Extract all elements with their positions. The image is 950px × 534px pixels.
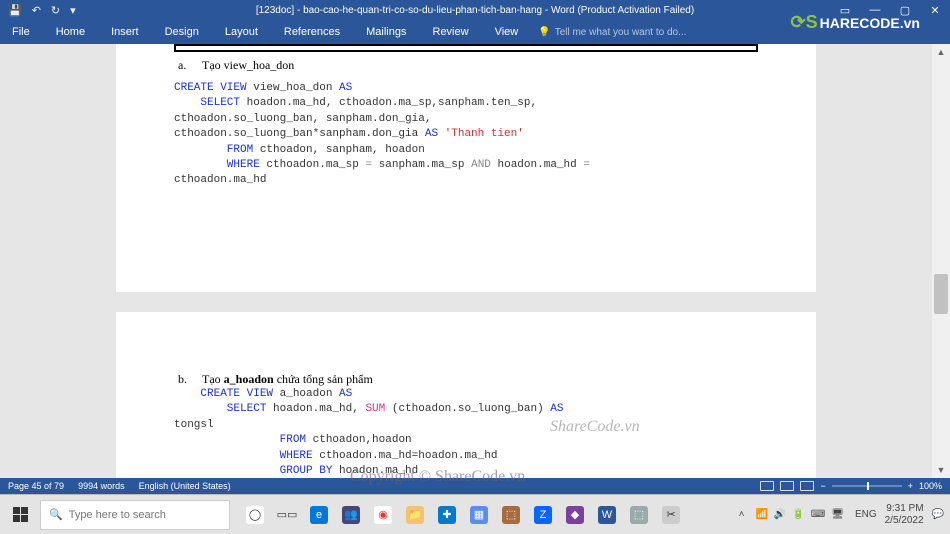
tray-date: 2/5/2022 — [885, 515, 924, 527]
print-layout-icon[interactable] — [780, 481, 794, 491]
code-block-a: CREATE VIEW view_hoa_don AS SELECT hoado… — [174, 81, 758, 189]
tab-design[interactable]: Design — [159, 26, 205, 38]
app2-icon[interactable]: ⬚ — [496, 495, 526, 534]
chrome-icon[interactable]: ◉ — [368, 495, 398, 534]
sharecode-text: HARECODE.vn — [820, 15, 920, 31]
taskview-icon[interactable]: ▭▭ — [272, 495, 302, 534]
app3-icon[interactable]: ◆ — [560, 495, 590, 534]
status-page[interactable]: Page 45 of 79 — [8, 481, 64, 491]
tray-icon-4[interactable]: 🖥 — [831, 509, 844, 520]
search-icon: 🔍 — [49, 508, 63, 521]
tab-view[interactable]: View — [489, 26, 525, 38]
list-marker: b. — [178, 372, 190, 387]
snip-icon[interactable]: ✂ — [656, 495, 686, 534]
web-layout-icon[interactable] — [800, 481, 814, 491]
list-marker: a. — [178, 58, 190, 73]
sharecode-logo: ⟳S HARECODE.vn — [791, 12, 920, 33]
taskbar-search-placeholder: Type here to search — [69, 509, 166, 521]
tab-home[interactable]: Home — [50, 26, 91, 38]
status-bar: Page 45 of 79 9994 words English (United… — [0, 478, 950, 494]
tell-me-placeholder: Tell me what you want to do... — [555, 27, 687, 38]
word-icon[interactable]: W — [592, 495, 622, 534]
quick-access-toolbar: 💾 ↶ ↻ ▾ — [0, 4, 84, 17]
status-words[interactable]: 9994 words — [78, 481, 125, 491]
zoom-in-button[interactable]: + — [908, 481, 913, 491]
list-item-b: b. Tạo a_hoadon chứa tổng sản phẩm — [178, 372, 758, 387]
tray-icon-1[interactable]: 🔊 — [774, 509, 786, 520]
tray-time: 9:31 PM — [885, 503, 924, 515]
tray-language[interactable]: ENG — [855, 509, 877, 520]
document-page[interactable]: b. Tạo a_hoadon chứa tổng sản phẩm CREAT… — [116, 312, 816, 478]
taskbar-search[interactable]: 🔍 Type here to search — [40, 500, 230, 530]
app1-icon[interactable]: ▦ — [464, 495, 494, 534]
start-button[interactable] — [0, 495, 40, 534]
tray-icon-0[interactable]: 📶 — [755, 509, 767, 520]
cortana-icon[interactable]: ◯ — [240, 495, 270, 534]
list-item-a: a. Tạo view_hoa_don — [178, 58, 758, 73]
qat-more-icon[interactable]: ▾ — [70, 4, 76, 17]
document-area[interactable]: a. Tạo view_hoa_don CREATE VIEW view_hoa… — [0, 44, 932, 478]
code-block-b: CREATE VIEW a_hoadon AS SELECT hoadon.ma… — [174, 387, 758, 478]
windows-icon — [13, 507, 28, 522]
edge-icon[interactable]: e — [304, 495, 334, 534]
list-text-a: Tạo view_hoa_don — [202, 58, 294, 73]
app4-icon[interactable]: ⬚ — [624, 495, 654, 534]
tray-chevron-icon[interactable]: ˄ — [739, 509, 745, 520]
status-language[interactable]: English (United States) — [139, 481, 231, 491]
system-tray: ˄ 📶 🔊 🔋 ⌨ 🖥 ENG 9:31 PM 2/5/2022 💬 — [733, 503, 950, 527]
zoom-slider[interactable] — [832, 485, 902, 487]
tab-references[interactable]: References — [278, 26, 346, 38]
scrollbar-thumb[interactable] — [934, 274, 948, 314]
tray-icon-3[interactable]: ⌨ — [811, 509, 825, 520]
taskbar: 🔍 Type here to search ◯▭▭e👥◉📁✚▦⬚Z◆W⬚✂ ˄ … — [0, 494, 950, 534]
read-mode-icon[interactable] — [760, 481, 774, 491]
zoom-level[interactable]: 100% — [919, 481, 942, 491]
tell-me-search[interactable]: 💡 Tell me what you want to do... — [538, 27, 686, 38]
code-frame — [174, 44, 758, 52]
tab-review[interactable]: Review — [427, 26, 475, 38]
page-gap — [0, 292, 932, 312]
tab-insert[interactable]: Insert — [105, 26, 145, 38]
document-page[interactable]: a. Tạo view_hoa_don CREATE VIEW view_hoa… — [116, 44, 816, 292]
code-icon[interactable]: ✚ — [432, 495, 462, 534]
sharecode-icon: ⟳S — [791, 12, 818, 33]
scroll-up-icon[interactable]: ▲ — [932, 44, 950, 60]
zalo-icon[interactable]: Z — [528, 495, 558, 534]
taskbar-apps: ◯▭▭e👥◉📁✚▦⬚Z◆W⬚✂ — [240, 495, 686, 534]
tray-icon-2[interactable]: 🔋 — [792, 509, 804, 520]
tray-clock[interactable]: 9:31 PM 2/5/2022 — [885, 503, 924, 527]
redo-icon[interactable]: ↻ — [51, 4, 60, 17]
teams-icon[interactable]: 👥 — [336, 495, 366, 534]
tab-layout[interactable]: Layout — [219, 26, 264, 38]
tab-file[interactable]: File — [6, 26, 36, 38]
notifications-icon[interactable]: 💬 — [932, 509, 944, 520]
files-icon[interactable]: 📁 — [400, 495, 430, 534]
zoom-out-button[interactable]: − — [820, 481, 825, 491]
list-text-b: Tạo a_hoadon chứa tổng sản phẩm — [202, 372, 373, 387]
tab-mailings[interactable]: Mailings — [360, 26, 412, 38]
vertical-scrollbar[interactable]: ▲ ▼ — [932, 44, 950, 478]
close-button[interactable]: ✕ — [920, 0, 950, 20]
lightbulb-icon: 💡 — [538, 27, 550, 38]
undo-icon[interactable]: ↶ — [32, 4, 41, 17]
save-icon[interactable]: 💾 — [8, 4, 22, 17]
document-title: [123doc] - bao-cao-he-quan-tri-co-so-du-… — [256, 5, 694, 16]
scroll-down-icon[interactable]: ▼ — [932, 462, 950, 478]
